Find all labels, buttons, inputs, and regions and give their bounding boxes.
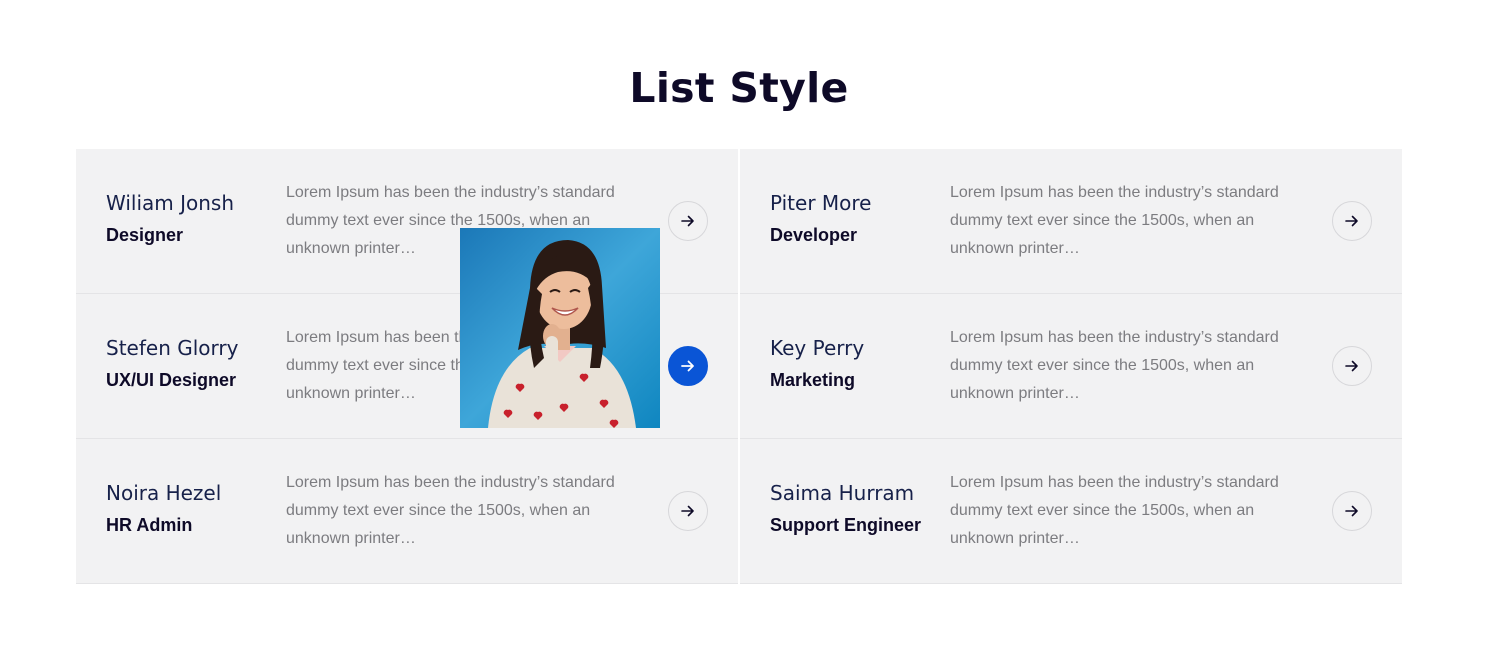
member-info: Piter More Developer	[770, 191, 945, 246]
member-description: Lorem Ipsum has been the industry’s stan…	[950, 184, 1279, 257]
member-name[interactable]: Stefen Glorry	[106, 336, 281, 360]
member-info: Stefen Glorry UX/UI Designer	[106, 336, 281, 391]
member-name[interactable]: Piter More	[770, 191, 945, 215]
member-link-button[interactable]	[1332, 491, 1372, 531]
arrow-right-icon	[1345, 215, 1358, 227]
member-link-button[interactable]	[1332, 346, 1372, 386]
member-role: UX/UI Designer	[106, 370, 237, 390]
member-hover-photo	[460, 228, 660, 428]
team-member-card[interactable]: Key Perry Marketing Lorem Ipsum has been…	[740, 294, 1402, 439]
member-link-button[interactable]	[668, 491, 708, 531]
member-description: Lorem Ipsum has been the industry’s stan…	[950, 474, 1279, 547]
member-role: Support Engineer	[770, 515, 922, 535]
team-list: Wiliam Jonsh Designer Lorem Ipsum has be…	[76, 149, 1402, 584]
member-name[interactable]: Noira Hezel	[106, 481, 281, 505]
member-link-button[interactable]	[668, 201, 708, 241]
arrow-right-icon	[681, 360, 694, 372]
member-link-button[interactable]	[668, 346, 708, 386]
arrow-right-icon	[681, 505, 694, 517]
team-member-card[interactable]: Noira Hezel HR Admin Lorem Ipsum has bee…	[76, 439, 738, 584]
portrait-image	[460, 228, 660, 428]
member-role: Designer	[106, 225, 184, 245]
member-description: Lorem Ipsum has been the industry’s stan…	[286, 474, 615, 547]
member-role: HR Admin	[106, 515, 193, 535]
arrow-right-icon	[1345, 360, 1358, 372]
arrow-right-icon	[681, 215, 694, 227]
member-info: Key Perry Marketing	[770, 336, 945, 391]
member-name[interactable]: Saima Hurram	[770, 481, 945, 505]
team-member-card[interactable]: Saima Hurram Support Engineer Lorem Ipsu…	[740, 439, 1402, 584]
member-role: Developer	[770, 225, 858, 245]
member-info: Wiliam Jonsh Designer	[106, 191, 281, 246]
member-role: Marketing	[770, 370, 856, 390]
team-column-right: Piter More Developer Lorem Ipsum has bee…	[740, 149, 1402, 584]
member-info: Noira Hezel HR Admin	[106, 481, 281, 536]
member-description: Lorem Ipsum has been the industry’s stan…	[950, 329, 1279, 402]
page: List Style Wiliam Jonsh Designer Lorem I…	[0, 0, 1508, 664]
section-title: List Style	[629, 64, 849, 112]
team-member-card[interactable]: Piter More Developer Lorem Ipsum has bee…	[740, 149, 1402, 294]
member-link-button[interactable]	[1332, 201, 1372, 241]
member-info: Saima Hurram Support Engineer	[770, 481, 945, 536]
member-name[interactable]: Key Perry	[770, 336, 945, 360]
member-name[interactable]: Wiliam Jonsh	[106, 191, 281, 215]
arrow-right-icon	[1345, 505, 1358, 517]
